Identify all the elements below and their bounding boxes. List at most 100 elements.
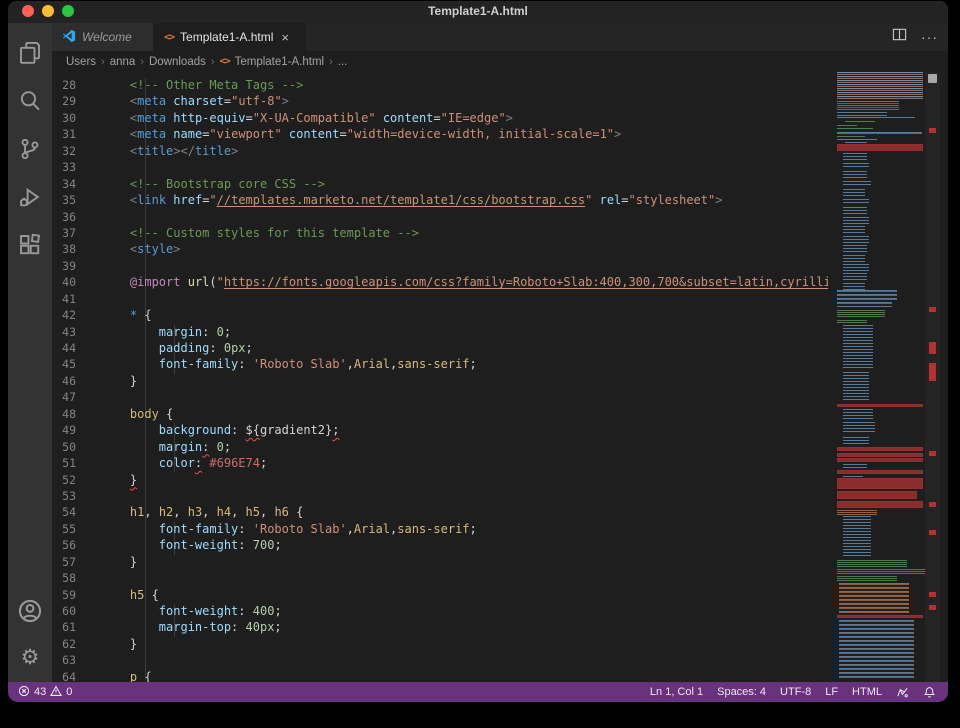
window-title: Template1-A.html bbox=[8, 4, 948, 18]
code-line[interactable]: padding: 0px; bbox=[101, 341, 828, 357]
code-line[interactable] bbox=[101, 390, 828, 406]
problems-status[interactable]: 43 0 bbox=[18, 685, 72, 700]
minimap-block bbox=[843, 245, 867, 253]
minimap[interactable] bbox=[835, 72, 925, 682]
breadcrumb-item[interactable]: Template1-A.html bbox=[235, 56, 324, 68]
breadcrumb-item[interactable]: Users bbox=[66, 56, 96, 68]
tab-label: Welcome bbox=[82, 30, 132, 44]
code-line[interactable]: @import url("https://fonts.googleapis.co… bbox=[101, 275, 828, 291]
eol-setting[interactable]: LF bbox=[825, 686, 838, 698]
breadcrumb-item[interactable]: ... bbox=[338, 56, 348, 68]
accounts-icon[interactable] bbox=[8, 589, 52, 633]
code-line[interactable] bbox=[101, 489, 828, 505]
code-line[interactable]: } bbox=[101, 555, 828, 571]
code-line[interactable]: font-family: 'Roboto Slab',Arial,sans-se… bbox=[101, 522, 828, 538]
error-ruler-mark bbox=[929, 363, 936, 381]
line-number: 39 bbox=[52, 259, 76, 275]
error-icon bbox=[18, 685, 30, 700]
run-debug-icon[interactable] bbox=[8, 175, 52, 219]
error-ruler-mark bbox=[929, 605, 936, 610]
warning-count: 0 bbox=[66, 686, 72, 698]
status-bar: 43 0 Ln 1, Col 1 Spaces: 4 UTF-8 LF HTML bbox=[8, 682, 948, 702]
code-line[interactable]: <meta name="viewport" content="width=dev… bbox=[101, 127, 828, 143]
line-number: 62 bbox=[52, 637, 76, 653]
breadcrumb[interactable]: Users›anna›Downloads›<>Template1-A.html›… bbox=[52, 51, 948, 72]
code-line[interactable]: * { bbox=[101, 308, 828, 324]
code-line[interactable]: <link href="//templates.marketo.net/temp… bbox=[101, 193, 828, 209]
breadcrumb-item[interactable]: Downloads bbox=[149, 56, 206, 68]
line-number: 59 bbox=[52, 588, 76, 604]
code-line[interactable]: <!-- Other Meta Tags --> bbox=[101, 78, 828, 94]
vscode-window: Template1-A.html ⚙ Welcome bbox=[8, 1, 948, 702]
code-line[interactable] bbox=[101, 292, 828, 308]
line-number: 36 bbox=[52, 210, 76, 226]
activity-bar: ⚙ bbox=[8, 23, 52, 682]
tab-welcome[interactable]: Welcome bbox=[52, 23, 154, 51]
minimap-block bbox=[843, 283, 865, 290]
line-number: 34 bbox=[52, 177, 76, 193]
error-count: 43 bbox=[34, 686, 46, 698]
code-line[interactable] bbox=[101, 653, 828, 669]
scrollbar-thumb[interactable] bbox=[928, 74, 937, 83]
more-actions-icon[interactable]: ··· bbox=[921, 29, 938, 45]
code-line[interactable]: margin: 0; bbox=[101, 325, 828, 341]
explorer-icon[interactable] bbox=[8, 31, 52, 75]
split-editor-icon[interactable] bbox=[892, 27, 907, 47]
notifications-bell-icon[interactable] bbox=[923, 686, 936, 699]
code-line[interactable]: <!-- Custom styles for this template --> bbox=[101, 226, 828, 242]
tab-bar: Welcome <> Template1-A.html × ··· bbox=[52, 23, 948, 51]
indentation-setting[interactable]: Spaces: 4 bbox=[717, 686, 766, 698]
code-line[interactable]: } bbox=[101, 637, 828, 653]
code-line[interactable]: <!-- Bootstrap core CSS --> bbox=[101, 177, 828, 193]
code-line[interactable]: color: #696E74; bbox=[101, 456, 828, 472]
code-line[interactable]: <title></title> bbox=[101, 144, 828, 160]
minimap-block bbox=[843, 516, 871, 558]
cursor-position[interactable]: Ln 1, Col 1 bbox=[650, 686, 703, 698]
breadcrumb-item[interactable]: anna bbox=[110, 56, 136, 68]
code-line[interactable] bbox=[101, 259, 828, 275]
minimap-block bbox=[839, 583, 909, 613]
tab-template1-a-html[interactable]: <> Template1-A.html × bbox=[154, 23, 306, 51]
extensions-icon[interactable] bbox=[8, 223, 52, 267]
tab-close-icon[interactable]: × bbox=[281, 30, 289, 45]
code-line[interactable]: <meta charset="utf-8"> bbox=[101, 94, 828, 110]
overview-ruler[interactable] bbox=[925, 72, 940, 682]
minimap-block bbox=[837, 470, 923, 474]
language-mode[interactable]: HTML bbox=[852, 686, 882, 698]
source-control-icon[interactable] bbox=[8, 127, 52, 171]
feedback-icon[interactable] bbox=[896, 686, 909, 699]
minimap-block bbox=[837, 458, 923, 462]
code-line[interactable]: font-weight: 400; bbox=[101, 604, 828, 620]
code-line[interactable]: p { bbox=[101, 670, 828, 682]
minimap-block bbox=[837, 144, 923, 151]
code-line[interactable]: <style> bbox=[101, 242, 828, 258]
line-number: 28 bbox=[52, 78, 76, 94]
code-line[interactable] bbox=[101, 210, 828, 226]
code-line[interactable]: <meta http-equiv="X-UA-Compatible" conte… bbox=[101, 111, 828, 127]
code-line[interactable]: margin-top: 40px; bbox=[101, 620, 828, 636]
tab-label: Template1-A.html bbox=[180, 30, 273, 44]
line-number: 38 bbox=[52, 242, 76, 258]
code-line[interactable]: background: ${gradient2}; bbox=[101, 423, 828, 439]
settings-gear-icon[interactable]: ⚙ bbox=[8, 635, 52, 679]
line-number: 37 bbox=[52, 226, 76, 242]
code-line[interactable] bbox=[101, 160, 828, 176]
line-number: 57 bbox=[52, 555, 76, 571]
editor-pane[interactable]: 2829303132333435363738394041424344454647… bbox=[52, 72, 948, 682]
encoding[interactable]: UTF-8 bbox=[780, 686, 811, 698]
breadcrumb-separator: › bbox=[329, 56, 333, 68]
code-line[interactable]: h5 { bbox=[101, 588, 828, 604]
code-line[interactable]: } bbox=[101, 473, 828, 489]
code-line[interactable]: } bbox=[101, 374, 828, 390]
code-line[interactable]: body { bbox=[101, 407, 828, 423]
minimap-block bbox=[837, 576, 897, 582]
search-icon[interactable] bbox=[8, 79, 52, 123]
code-line[interactable] bbox=[101, 571, 828, 587]
code-line[interactable]: h1, h2, h3, h4, h5, h6 { bbox=[101, 505, 828, 521]
minimap-block bbox=[843, 207, 867, 215]
line-number: 40 bbox=[52, 275, 76, 291]
code-line[interactable]: font-weight: 700; bbox=[101, 538, 828, 554]
code-line[interactable]: margin: 0; bbox=[101, 440, 828, 456]
line-number: 55 bbox=[52, 522, 76, 538]
code-line[interactable]: font-family: 'Roboto Slab',Arial,sans-se… bbox=[101, 357, 828, 373]
